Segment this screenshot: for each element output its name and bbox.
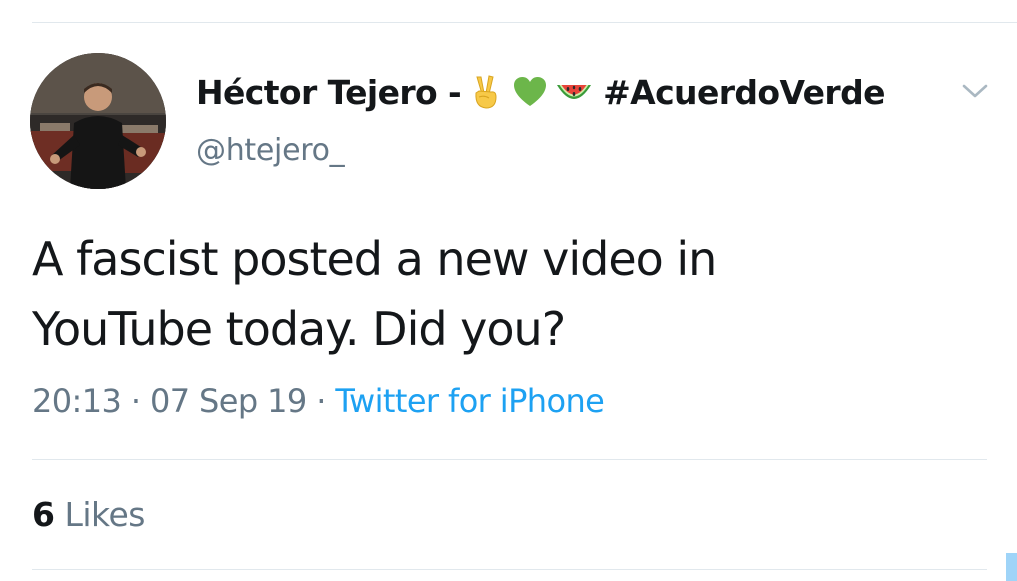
- user-handle[interactable]: @htejero_: [196, 133, 345, 168]
- chevron-down-icon[interactable]: [960, 80, 990, 102]
- meta-separator: ·: [316, 382, 326, 420]
- avatar[interactable]: [30, 53, 166, 189]
- display-name-hashtag: #AcuerdoVerde: [603, 72, 885, 112]
- stats-divider-bottom: [32, 569, 987, 570]
- tweet-date[interactable]: 07 Sep 19: [150, 382, 307, 420]
- tweet-text-line-2: YouTube today. Did you?: [32, 302, 566, 356]
- display-name-row[interactable]: Héctor Tejero - #AcuerdoVerde: [196, 62, 886, 122]
- tweet-text: A fascist posted a new video in YouTube …: [32, 224, 972, 364]
- meta-separator: ·: [130, 382, 141, 420]
- tweet-meta: 20:13 · 07 Sep 19 · Twitter for iPhone: [32, 382, 605, 420]
- watermelon-icon: [555, 73, 593, 111]
- likes-label: Likes: [64, 495, 145, 534]
- display-name[interactable]: Héctor Tejero -: [196, 73, 462, 112]
- tweet-text-line-1: A fascist posted a new video in: [32, 232, 717, 286]
- tweet-source-link[interactable]: Twitter for iPhone: [335, 382, 604, 420]
- victory-hand-icon: [467, 73, 505, 111]
- likes-count: 6: [32, 495, 55, 534]
- tweet-detail-view: Héctor Tejero - #AcuerdoVerde @htejero_ …: [0, 0, 1017, 581]
- scrollbar-thumb[interactable]: [1006, 553, 1017, 581]
- stats-divider-top: [32, 459, 987, 460]
- avatar-photo: [30, 53, 166, 189]
- green-heart-icon: [511, 73, 549, 111]
- top-divider: [32, 22, 1017, 23]
- tweet-time[interactable]: 20:13: [32, 382, 122, 420]
- likes-stat[interactable]: 6 Likes: [32, 495, 145, 534]
